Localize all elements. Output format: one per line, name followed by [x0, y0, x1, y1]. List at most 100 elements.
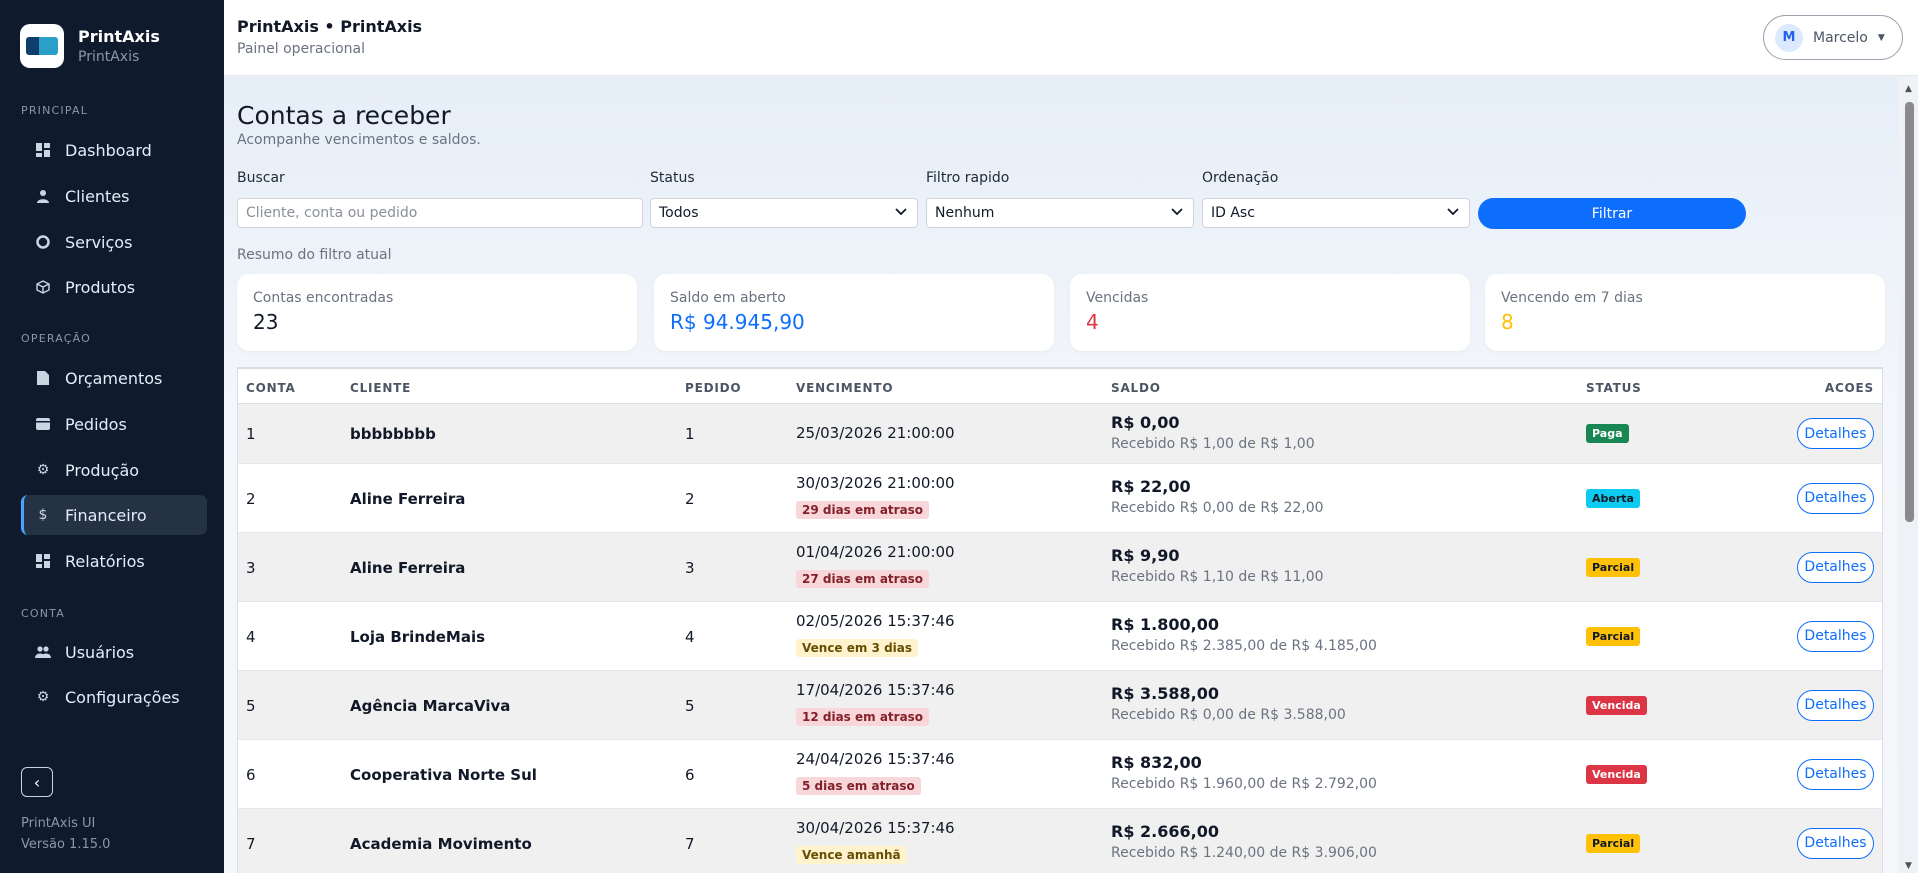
order-select-value: ID Asc — [1211, 205, 1255, 221]
scrollbar[interactable]: ▲ ▼ — [1902, 80, 1916, 873]
details-button[interactable]: Detalhes — [1797, 482, 1874, 514]
sidebar-item-label: Relatórios — [65, 551, 145, 571]
caret-down-icon: ▼ — [1877, 32, 1885, 43]
order-id: 5 — [685, 696, 695, 715]
nav-section-principal: PRINCIPAL — [21, 104, 89, 117]
details-button[interactable]: Detalhes — [1797, 758, 1874, 790]
status-badge: Aberta — [1586, 488, 1640, 508]
search-input[interactable]: Cliente, conta ou pedido — [237, 198, 643, 228]
sidebar-item-configuracoes[interactable]: ⚙ Configurações — [21, 677, 207, 717]
sidebar-item-dashboard[interactable]: Dashboard — [21, 130, 207, 170]
sidebar-item-label: Serviços — [65, 232, 133, 252]
order-id: 1 — [685, 425, 695, 443]
due-status-badge: 29 dias em atraso — [796, 501, 930, 519]
table-row: 5 Agência MarcaViva 5 17/04/2026 15:37:46 12… — [238, 671, 1882, 740]
details-button[interactable]: Detalhes — [1797, 551, 1874, 583]
account-id: 7 — [246, 834, 256, 853]
card-value: 4 — [1086, 310, 1099, 334]
details-button[interactable]: Detalhes — [1797, 620, 1874, 652]
client-name: Academia Movimento — [350, 834, 532, 853]
status-label: Status — [650, 170, 695, 186]
sidebar-item-produtos[interactable]: Produtos — [21, 267, 207, 307]
search-label: Buscar — [237, 170, 285, 186]
due-date: 30/03/2026 21:00:00 — [796, 474, 955, 492]
chevron-down-icon — [895, 205, 907, 219]
sidebar-item-usuarios[interactable]: Usuários — [21, 632, 207, 672]
received-summary: Recebido R$ 1,10 de R$ 11,00 — [1111, 569, 1324, 585]
card-value: R$ 94.945,90 — [670, 310, 805, 334]
filter-button[interactable]: Filtrar — [1478, 198, 1746, 229]
sidebar-item-servicos[interactable]: Serviços — [21, 222, 207, 262]
column-header: ACOES — [1824, 381, 1874, 395]
client-name: Aline Ferreira — [350, 558, 466, 577]
dollar-icon: $ — [38, 507, 48, 523]
balance-value: R$ 22,00 — [1111, 477, 1191, 496]
client-name: Agência MarcaViva — [350, 696, 511, 715]
scroll-down-icon[interactable]: ▼ — [1905, 861, 1912, 871]
received-summary: Recebido R$ 1.960,00 de R$ 2.792,00 — [1111, 776, 1377, 792]
collapse-sidebar-button[interactable]: ‹ — [21, 767, 53, 797]
sidebar-item-orcamentos[interactable]: Orçamentos — [21, 358, 207, 398]
card-label: Contas encontradas — [253, 290, 394, 306]
sidebar-item-clientes[interactable]: Clientes — [21, 176, 207, 216]
client-name: Cooperativa Norte Sul — [350, 765, 537, 784]
details-button[interactable]: Detalhes — [1797, 827, 1874, 859]
balance-value: R$ 3.588,00 — [1111, 684, 1219, 703]
card-value: 23 — [253, 310, 279, 334]
client-name: bbbbbbbb — [350, 425, 436, 443]
balance-value: R$ 0,00 — [1111, 413, 1180, 432]
order-select[interactable]: ID Asc — [1202, 198, 1470, 228]
chevron-left-icon: ‹ — [33, 772, 41, 792]
sidebar-item-label: Produtos — [65, 277, 136, 297]
card-value: 8 — [1501, 310, 1514, 334]
due-status-badge: Vence amanhã — [796, 846, 907, 864]
table-row: 6 Cooperativa Norte Sul 6 24/04/2026 15:37:… — [238, 740, 1882, 809]
summary-card-found: Contas encontradas 23 — [237, 274, 637, 351]
balance-value: R$ 2.666,00 — [1111, 822, 1219, 841]
balance-value: R$ 832,00 — [1111, 753, 1202, 772]
account-id: 5 — [246, 696, 256, 715]
order-id: 7 — [685, 834, 695, 853]
sidebar-item-producao[interactable]: ⚙ Produção — [21, 450, 207, 490]
due-status-badge: 5 dias em atraso — [796, 777, 921, 795]
due-date: 24/04/2026 15:37:46 — [796, 750, 955, 768]
status-badge: Parcial — [1586, 833, 1641, 853]
nav-section-operacao: OPERAÇÃO — [21, 332, 92, 345]
scrollbar-thumb[interactable] — [1905, 102, 1914, 522]
sidebar-item-pedidos[interactable]: Pedidos — [21, 404, 207, 444]
grid-icon — [35, 553, 51, 569]
table-row: 4 Loja BrindeMais 4 02/05/2026 15:37:46 Venc… — [238, 602, 1882, 671]
scroll-up-icon[interactable]: ▲ — [1905, 84, 1912, 94]
order-id: 4 — [685, 627, 695, 646]
topbar: PrintAxis • PrintAxis Painel operacional… — [224, 0, 1918, 76]
page-title: Contas a receber — [237, 101, 451, 130]
table-row: 2 Aline Ferreira 2 30/03/2026 21:00:00 29 di… — [238, 464, 1882, 533]
due-date: 25/03/2026 21:00:00 — [796, 424, 955, 442]
sidebar-item-financeiro[interactable]: $ Financeiro — [21, 495, 207, 535]
balance-value: R$ 9,90 — [1111, 546, 1180, 565]
user-menu-button[interactable]: M Marcelo ▼ — [1763, 15, 1903, 60]
received-summary: Recebido R$ 0,00 de R$ 3.588,00 — [1111, 707, 1346, 723]
chevron-down-icon — [1171, 205, 1183, 219]
column-header: CLIENTE — [350, 381, 412, 395]
sidebar-item-label: Financeiro — [65, 505, 147, 525]
status-badge: Paga — [1586, 424, 1629, 443]
details-button[interactable]: Detalhes — [1797, 689, 1874, 721]
summary-card-open-balance: Saldo em aberto R$ 94.945,90 — [654, 274, 1054, 351]
client-name: Loja BrindeMais — [350, 627, 486, 646]
account-id: 2 — [246, 489, 256, 508]
quick-filter-label: Filtro rapido — [926, 170, 1010, 186]
column-header: STATUS — [1586, 381, 1642, 395]
received-summary: Recebido R$ 0,00 de R$ 22,00 — [1111, 500, 1324, 516]
column-header: CONTA — [246, 381, 296, 395]
sidebar-item-relatorios[interactable]: Relatórios — [21, 541, 207, 581]
quick-filter-select[interactable]: Nenhum — [926, 198, 1194, 228]
account-id: 1 — [246, 425, 256, 443]
status-badge: Vencida — [1586, 695, 1647, 715]
status-select[interactable]: Todos — [650, 198, 918, 228]
due-date: 01/04/2026 21:00:00 — [796, 543, 955, 561]
details-button[interactable]: Detalhes — [1797, 418, 1874, 449]
due-status-badge: 27 dias em atraso — [796, 570, 930, 588]
brand[interactable]: PrintAxis PrintAxis — [0, 0, 224, 76]
due-status-badge: Vence em 3 dias — [796, 639, 919, 657]
